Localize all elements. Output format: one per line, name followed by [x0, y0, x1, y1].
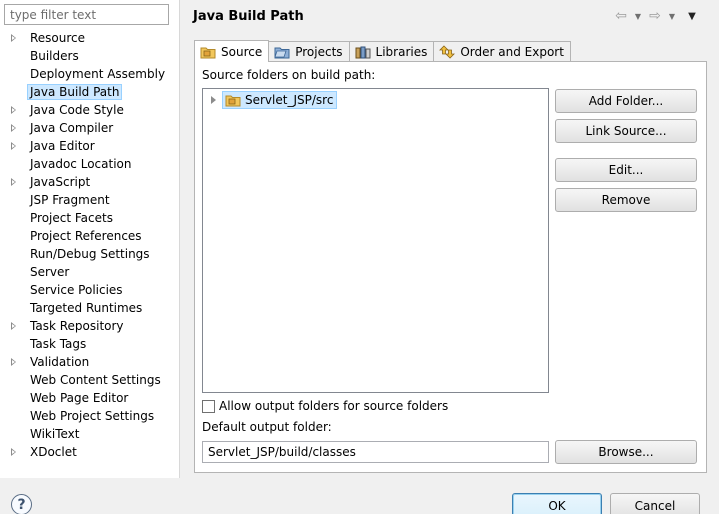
expand-arrow-icon[interactable] — [211, 96, 216, 104]
tree-item-label: Task Repository — [30, 319, 124, 333]
tree-item-label: Web Project Settings — [30, 409, 155, 423]
allow-output-label: Allow output folders for source folders — [219, 399, 449, 413]
tree-item[interactable]: Deployment Assembly — [0, 65, 179, 83]
tree-item-label: Task Tags — [30, 337, 87, 351]
expand-arrow-icon[interactable] — [11, 106, 16, 114]
tree-item-label: Project Facets — [30, 211, 113, 225]
tree-item[interactable]: JavaScript — [0, 173, 179, 191]
expand-arrow-icon[interactable] — [11, 178, 16, 186]
edit-button[interactable]: Edit... — [555, 158, 697, 182]
projects-icon — [274, 45, 290, 59]
tree-item-label: Targeted Runtimes — [30, 301, 143, 315]
source-folders-label: Source folders on build path: — [202, 68, 376, 82]
ok-button[interactable]: OK — [512, 493, 602, 514]
expand-arrow-icon[interactable] — [11, 142, 16, 150]
tree-item-label: Project References — [30, 229, 142, 243]
tree-item[interactable]: Java Code Style — [0, 101, 179, 119]
tree-item[interactable]: Run/Debug Settings — [0, 245, 179, 263]
tree-item-label: Builders — [30, 49, 79, 63]
selected-folder-item[interactable]: Servlet_JSP/src — [222, 91, 338, 109]
tree-item-label: JavaScript — [30, 175, 91, 189]
tree-item-label: Java Editor — [30, 139, 95, 153]
view-menu-icon[interactable]: ▼ — [684, 8, 700, 24]
tab-order-and-export[interactable]: Order and Export — [433, 41, 571, 62]
tree-item-label: Java Compiler — [30, 121, 114, 135]
tree-item[interactable]: Task Tags — [0, 335, 179, 353]
history-navigation: ⇦ ▼ ⇨ ▼ ▼ — [612, 8, 700, 24]
tree-item-label: Server — [30, 265, 70, 279]
help-icon[interactable]: ? — [11, 494, 32, 514]
add-folder-button[interactable]: Add Folder... — [555, 89, 697, 113]
tree-item[interactable]: Server — [0, 263, 179, 281]
tree-item[interactable]: Java Compiler — [0, 119, 179, 137]
expand-arrow-icon[interactable] — [11, 448, 16, 456]
back-arrow-icon[interactable]: ⇦ — [612, 8, 630, 24]
tree-item-label: Web Page Editor — [30, 391, 129, 405]
browse-button[interactable]: Browse... — [555, 440, 697, 464]
filter-input[interactable] — [4, 4, 169, 25]
package-folder-icon — [225, 95, 241, 107]
preferences-tree-pane: Resource Builders Deployment Assembly Java … — [0, 0, 180, 478]
tab-label: Source — [221, 44, 263, 59]
back-dropdown-icon[interactable]: ▼ — [632, 8, 644, 24]
expand-arrow-icon[interactable] — [11, 124, 16, 132]
tab-label: Order and Export — [460, 45, 564, 59]
tree-item-label: Java Build Path — [27, 84, 123, 100]
tree-item-label: Resource — [30, 31, 86, 45]
tab-label: Projects — [295, 45, 343, 59]
build-path-tabs: Source Projects Libraries Order and Export — [194, 40, 571, 62]
allow-output-checkbox[interactable] — [202, 399, 215, 413]
libraries-icon — [355, 45, 371, 59]
tree-item[interactable]: XDoclet — [0, 443, 179, 461]
tab-label: Libraries — [375, 45, 428, 59]
source-folder-icon — [200, 45, 216, 59]
tree-item[interactable]: Project Facets — [0, 209, 179, 227]
tree-item[interactable]: Resource — [0, 29, 179, 47]
tree-item[interactable]: Web Project Settings — [0, 407, 179, 425]
tree-item[interactable]: Web Page Editor — [0, 389, 179, 407]
tree-item-label: WikiText — [30, 427, 80, 441]
tree-item-label: Java Code Style — [30, 103, 124, 117]
forward-arrow-icon[interactable]: ⇨ — [646, 8, 664, 24]
expand-arrow-icon[interactable] — [11, 34, 16, 42]
default-output-field[interactable]: Servlet_JSP/build/classes — [202, 441, 549, 463]
property-page-tree: Resource Builders Deployment Assembly Java … — [0, 29, 179, 461]
tree-item[interactable]: Targeted Runtimes — [0, 299, 179, 317]
cancel-button[interactable]: Cancel — [610, 493, 700, 514]
source-folders-list[interactable]: Servlet_JSP/src — [202, 88, 549, 393]
expand-arrow-icon[interactable] — [11, 322, 16, 330]
tree-item-label: Validation — [30, 355, 90, 369]
tree-item[interactable]: Java Build Path — [0, 83, 179, 101]
source-folder-label: Servlet_JSP/src — [245, 93, 334, 107]
tab-source[interactable]: Source — [194, 40, 270, 62]
tree-item-label: Web Content Settings — [30, 373, 161, 387]
tree-item-label: Run/Debug Settings — [30, 247, 150, 261]
tree-item[interactable]: Javadoc Location — [0, 155, 179, 173]
tree-item-label: Deployment Assembly — [30, 67, 166, 81]
tree-item[interactable]: Java Editor — [0, 137, 179, 155]
tree-item[interactable]: JSP Fragment — [0, 191, 179, 209]
link-source-button[interactable]: Link Source... — [555, 119, 697, 143]
tree-item[interactable]: Web Content Settings — [0, 371, 179, 389]
tree-item-label: JSP Fragment — [30, 193, 110, 207]
tab-projects[interactable]: Projects — [268, 41, 350, 62]
default-output-label: Default output folder: — [202, 420, 332, 434]
tab-libraries[interactable]: Libraries — [348, 41, 435, 62]
remove-button[interactable]: Remove — [555, 188, 697, 212]
tree-item[interactable]: Project References — [0, 227, 179, 245]
forward-dropdown-icon[interactable]: ▼ — [666, 8, 678, 24]
tree-item[interactable]: Service Policies — [0, 281, 179, 299]
tree-item[interactable]: Task Repository — [0, 317, 179, 335]
page-title: Java Build Path — [193, 9, 304, 24]
tree-item-label: XDoclet — [30, 445, 77, 459]
tree-item-label: Javadoc Location — [30, 157, 132, 171]
order-export-icon — [439, 45, 456, 59]
allow-output-folders-option[interactable]: Allow output folders for source folders — [202, 398, 448, 414]
source-folder-row[interactable]: Servlet_JSP/src — [211, 91, 338, 109]
tree-item[interactable]: Builders — [0, 47, 179, 65]
expand-arrow-icon[interactable] — [11, 358, 16, 366]
tree-item[interactable]: WikiText — [0, 425, 179, 443]
tree-item[interactable]: Validation — [0, 353, 179, 371]
tree-item-label: Service Policies — [30, 283, 123, 297]
